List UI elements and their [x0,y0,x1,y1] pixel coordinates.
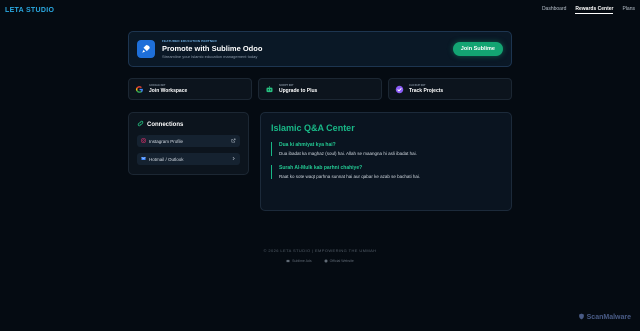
connections-header: Connections [137,120,240,129]
featured-title: Promote with Sublime Odoo [162,44,263,53]
link-icon [137,120,144,129]
footer-link-label: Official Website [329,259,354,263]
connections-panel: Connections Instagram Profile Hotmail / … [128,112,249,175]
watermark: ScanMalware [578,313,631,322]
footer-link-sublime-ads[interactable]: Sublime Ads [286,259,312,263]
globe-icon [324,259,328,263]
main-nav: Dashboard Rewards Center Plans [542,6,635,14]
chevron-right-icon [231,156,236,162]
top-navbar: LETA STUDIO Dashboard Rewards Center Pla… [0,0,640,20]
connections-title: Connections [147,121,184,128]
init-cards: GOOGLE INIT Join Workspace SCRIPT INIT U… [128,78,512,100]
footer-links: Sublime Ads Official Website [0,259,640,263]
footer-link-official-website[interactable]: Official Website [324,259,354,263]
connection-label: Instagram Profile [149,138,184,144]
qa-answer: Raat ko sote waqt parhna sunnat hai aur … [279,174,421,179]
footer: © 2026 LETA STUDIO | EMPOWERING THE UMMA… [0,248,640,263]
shield-icon [578,313,585,322]
watermark-text: ScanMalware [586,314,631,321]
qa-title: Islamic Q&A Center [271,123,355,133]
connection-hotmail[interactable]: Hotmail / Outlook [137,153,240,165]
ads-icon [286,259,290,263]
card-upgrade-plus[interactable]: SCRIPT INIT Upgrade to Plus [258,78,382,100]
qa-item: Surah Al-Mulk kab parhni chahiye? Raat k… [271,165,501,179]
qa-question: Dua ki ahmiyat kya hai? [279,142,336,148]
card-tag: GOOGLE INIT [149,84,166,87]
qa-item: Dua ki ahmiyat kya hai? Dua ibadat ka ma… [271,142,501,156]
rocket-icon [137,40,155,58]
connection-label: Hotmail / Outlook [149,156,184,162]
card-join-workspace[interactable]: GOOGLE INIT Join Workspace [128,78,252,100]
card-title: Track Projects [409,88,444,94]
nav-plans[interactable]: Plans [622,6,635,14]
featured-text: FEATURED EDUCATION PARTNER Promote with … [162,39,453,59]
external-link-icon [231,138,236,144]
card-tag: SCRIPT INIT [279,84,294,87]
card-title: Upgrade to Plus [279,88,318,94]
nav-rewards-center[interactable]: Rewards Center [575,6,614,14]
mail-icon [141,156,146,162]
connection-instagram[interactable]: Instagram Profile [137,135,240,147]
robot-icon [265,85,274,94]
featured-subtitle: Streamline your Islamic education manage… [162,54,258,59]
qa-answer: Dua ibadat ka maghaz (soul) hai. Allah s… [279,151,417,156]
join-sublime-button[interactable]: Join Sublime [452,42,503,56]
footer-link-label: Sublime Ads [292,259,312,263]
instagram-icon [141,138,146,144]
featured-tag: FEATURED EDUCATION PARTNER [162,39,217,43]
featured-partner-banner: FEATURED EDUCATION PARTNER Promote with … [128,31,512,67]
clickup-icon [395,85,404,94]
card-title: Join Workspace [149,88,188,94]
card-tag: CLICKUP INIT [409,84,426,87]
footer-copyright: © 2026 LETA STUDIO | EMPOWERING THE UMMA… [263,248,377,253]
google-icon [135,85,144,94]
brand-logo[interactable]: LETA STUDIO [5,7,54,14]
card-track-projects[interactable]: CLICKUP INIT Track Projects [388,78,512,100]
nav-dashboard[interactable]: Dashboard [542,6,566,14]
qa-center-panel: Islamic Q&A Center Dua ki ahmiyat kya ha… [260,112,512,211]
qa-question: Surah Al-Mulk kab parhni chahiye? [279,165,363,171]
